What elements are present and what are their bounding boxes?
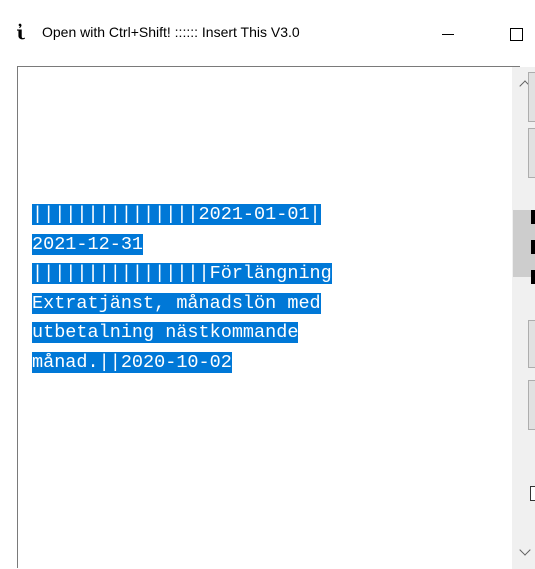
maximize-icon [509,27,523,41]
side-label-mark [531,240,535,254]
window-title: Open with Ctrl+Shift! :::::: Insert This… [42,24,300,40]
text-line: 2021-12-31 [32,233,144,255]
side-button-4[interactable] [528,380,535,430]
minimize-button[interactable] [428,18,468,50]
side-button-2[interactable] [528,128,535,178]
minimize-icon [442,33,454,35]
selected-text[interactable]: |||||||||||||||2021-01-01| 2021-12-31 ||… [32,200,492,377]
scroll-down-button[interactable] [512,539,535,565]
app-icon-glyph: ἰ [16,22,26,44]
text-area[interactable]: |||||||||||||||2021-01-01| 2021-12-31 ||… [17,66,535,569]
side-button-1[interactable] [528,72,535,122]
text-line: utbetalning nästkommande [32,322,299,343]
app-icon[interactable]: ἰ [12,22,30,44]
side-label-mark [531,210,535,224]
text-line: Extratjänst, månadslön med [32,292,321,314]
text-line: ||||||||||||||||Förlängning [32,263,332,284]
side-button-3[interactable] [528,320,535,368]
title-bar: ἰ Open with Ctrl+Shift! :::::: Insert Th… [0,0,535,66]
side-checkbox[interactable] [530,486,535,501]
side-label-mark [531,270,535,284]
maximize-button[interactable] [496,18,535,50]
chevron-down-icon [518,544,531,556]
text-line: |||||||||||||||2021-01-01| [32,204,321,225]
text-line: månad.||2020-10-02 [32,351,232,373]
